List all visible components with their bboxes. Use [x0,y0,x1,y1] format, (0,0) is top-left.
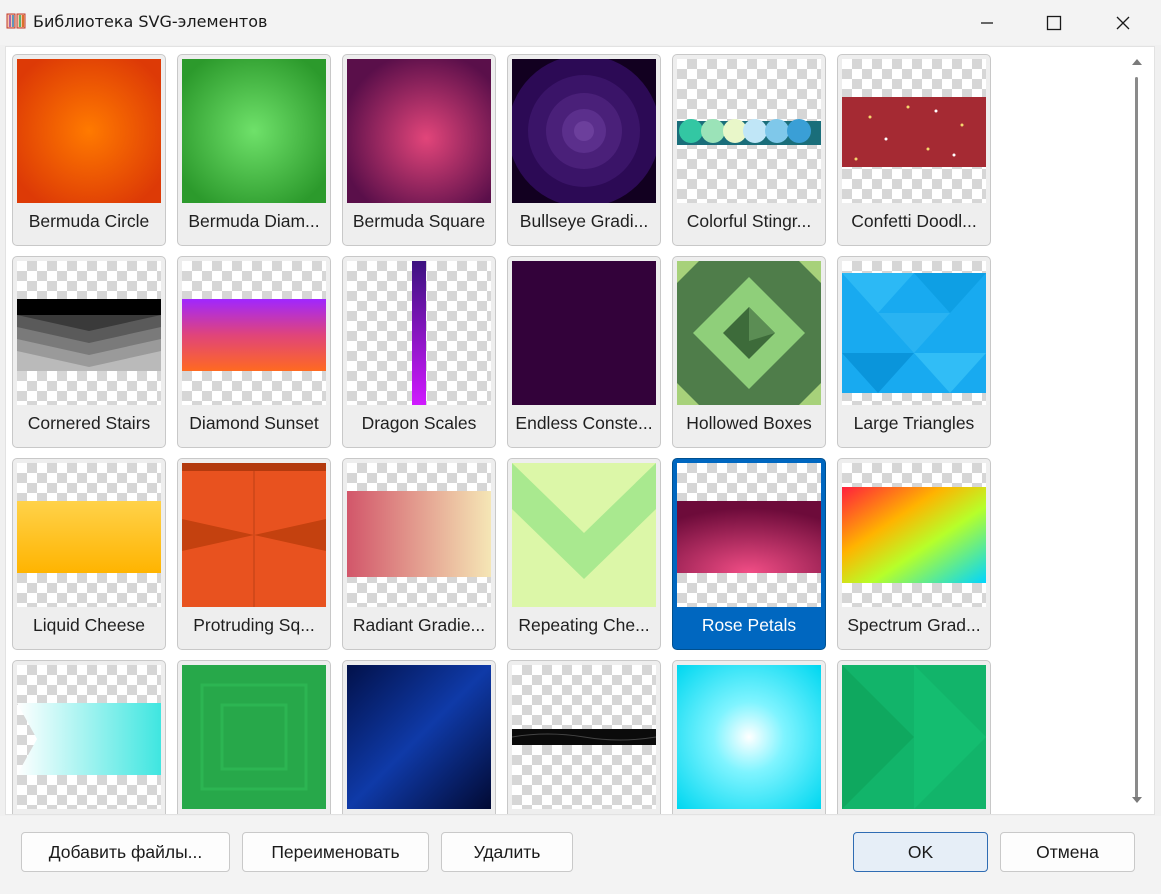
library-item[interactable] [177,660,331,814]
close-button[interactable] [1090,0,1156,45]
add-files-button[interactable]: Добавить файлы... [21,832,230,872]
maximize-icon [1046,15,1062,30]
rose-petals-thumbnail [677,463,821,607]
library-item[interactable]: Colorful Stingr... [672,54,826,246]
colorful-stingrays-thumbnail [677,59,821,203]
library-item[interactable] [837,660,991,814]
library-item[interactable]: Hollowed Boxes [672,256,826,448]
library-item[interactable]: Bermuda Square [342,54,496,246]
library-item[interactable] [507,660,661,814]
bermuda-diamond-thumbnail [182,59,326,203]
library-item[interactable]: Dragon Scales [342,256,496,448]
library-item-label: Cornered Stairs [27,413,151,433]
library-item[interactable] [12,660,166,814]
library-item[interactable]: Cornered Stairs [12,256,166,448]
wavy-black-thumbnail [512,665,656,809]
library-item-label: Bermuda Square [352,211,486,231]
library-item-label: Dragon Scales [361,413,477,433]
close-icon [1116,16,1130,29]
cornered-stairs-thumbnail [17,261,161,405]
spectrum-gradient-thumbnail [842,463,986,607]
library-item[interactable]: Bermuda Circle [12,54,166,246]
navy-stripes-thumbnail [347,665,491,809]
library-item[interactable]: Bullseye Gradi... [507,54,661,246]
bermuda-circle-thumbnail [17,59,161,203]
library-item-label: Large Triangles [853,413,975,433]
library-item-label: Radiant Gradie... [352,615,486,635]
library-item-label: Confetti Doodl... [851,211,977,231]
scroll-down-button[interactable] [1130,793,1144,807]
library-item-label: Hollowed Boxes [686,413,812,433]
library-item-label [347,812,491,814]
minimize-icon [981,21,993,24]
svg-library-view[interactable]: Bermuda Circle Bermuda Diam... Bermuda Squ… [5,46,1155,815]
library-item[interactable] [342,660,496,814]
library-item-label [842,812,986,814]
library-item[interactable]: Rose Petals [672,458,826,650]
maximize-button[interactable] [1021,0,1087,45]
library-item-label [677,812,821,814]
radiant-gradient-thumbnail [347,463,491,607]
library-item-label [17,812,161,814]
library-item[interactable] [672,660,826,814]
hollowed-boxes-thumbnail [677,261,821,405]
bermuda-square-thumbnail [347,59,491,203]
vertical-scrollbar[interactable] [1130,55,1144,811]
rename-button[interactable]: Переименовать [242,832,429,872]
scroll-up-button[interactable] [1130,55,1144,69]
scrollbar-thumb[interactable] [1135,77,1138,801]
diamond-sunset-thumbnail [182,261,326,405]
library-item[interactable]: Protruding Sq... [177,458,331,650]
cancel-button[interactable]: Отмена [1000,832,1135,872]
library-item-label: Repeating Che... [518,615,650,635]
library-item-label: Rose Petals [701,615,797,635]
library-item-label: Protruding Sq... [193,615,315,635]
library-item[interactable]: Endless Conste... [507,256,661,448]
library-item-label: Bermuda Circle [28,211,150,231]
library-item[interactable]: Large Triangles [837,256,991,448]
library-item[interactable]: Spectrum Grad... [837,458,991,650]
library-item-label: Liquid Cheese [33,615,145,635]
cyan-triangles-thumbnail [17,665,161,809]
dragon-scales-thumbnail [347,261,491,405]
minimize-button[interactable] [954,0,1020,45]
dialog-footer: Добавить файлы... Переименовать Удалить … [0,816,1161,894]
library-item-label: Colorful Stingr... [686,211,812,231]
title-bar: Библиотека SVG-элементов [0,0,1161,45]
green-chevron-thumbnail [842,665,986,809]
library-item[interactable]: Confetti Doodl... [837,54,991,246]
liquid-cheese-thumbnail [17,463,161,607]
protruding-squares-thumbnail [182,463,326,607]
confetti-doodles-thumbnail [842,59,986,203]
repeating-chevrons-thumbnail [512,463,656,607]
scroll-down-icon [1132,797,1142,803]
library-item-label [512,812,656,814]
library-item[interactable]: Bermuda Diam... [177,54,331,246]
bullseye-gradient-thumbnail [512,59,656,203]
large-triangles-thumbnail [842,261,986,405]
library-item-label: Diamond Sunset [189,413,319,433]
library-item-label: Bermuda Diam... [188,211,320,231]
library-item-label [182,812,326,814]
library-item[interactable]: Diamond Sunset [177,256,331,448]
library-item-label: Bullseye Gradi... [519,211,649,231]
library-item-label: Endless Conste... [515,413,653,433]
window-title: Библиотека SVG-элементов [33,12,268,31]
green-maze-thumbnail [182,665,326,809]
scroll-up-icon [1132,59,1142,65]
delete-button[interactable]: Удалить [441,832,573,872]
cyan-sunburst-thumbnail [677,665,821,809]
endless-constellation-thumbnail [512,261,656,405]
book-icon [6,13,26,29]
library-item[interactable]: Radiant Gradie... [342,458,496,650]
library-item[interactable]: Repeating Che... [507,458,661,650]
ok-button[interactable]: OK [853,832,988,872]
library-item[interactable]: Liquid Cheese [12,458,166,650]
library-item-label: Spectrum Grad... [847,615,981,635]
